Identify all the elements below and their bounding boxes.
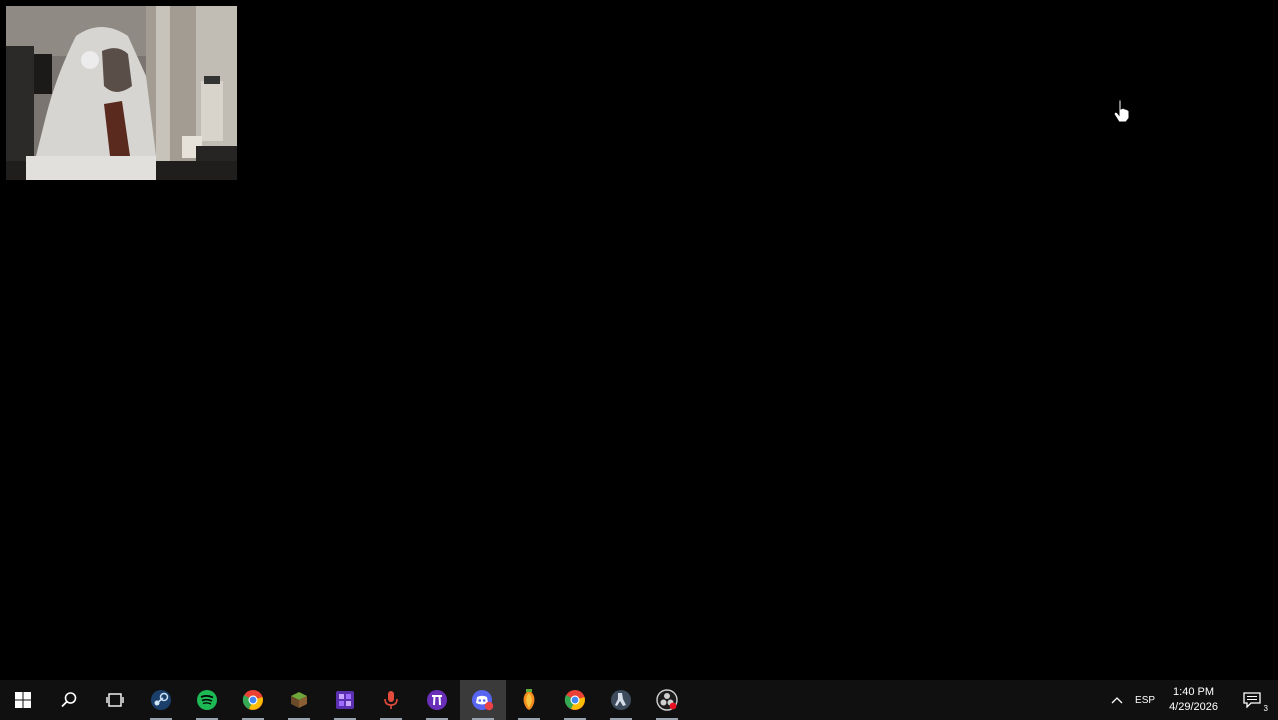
search-button[interactable]	[46, 680, 92, 720]
taskbar-app-pi[interactable]	[414, 680, 460, 720]
taskbar-app-microphone[interactable]	[368, 680, 414, 720]
taskbar-app-chrome[interactable]	[230, 680, 276, 720]
taskbar-app-discord[interactable]	[460, 680, 506, 720]
clock[interactable]: 1:40 PM 4/29/2026	[1161, 680, 1226, 720]
taskbar-app-minecraft[interactable]	[276, 680, 322, 720]
task-view-button[interactable]	[92, 680, 138, 720]
hand-cursor-icon	[1113, 99, 1131, 123]
start-button[interactable]	[0, 680, 46, 720]
taskbar-app-fl-studio[interactable]	[506, 680, 552, 720]
action-center-button[interactable]: 3	[1226, 680, 1278, 720]
chrome-icon	[564, 690, 585, 710]
chevron-up-icon	[1111, 697, 1123, 704]
windows-logo-icon	[15, 692, 31, 708]
system-tray: ESP 1:40 PM 4/29/2026 3	[1105, 680, 1278, 720]
microphone-icon	[384, 691, 398, 709]
spotify-icon	[197, 690, 217, 710]
webcam-overlay	[6, 6, 237, 180]
taskbar-app-counter-strike[interactable]	[598, 680, 644, 720]
roblox-studio-icon	[336, 691, 354, 709]
clock-date: 4/29/2026	[1169, 701, 1218, 713]
desktop[interactable]	[0, 0, 1278, 680]
chrome-icon	[242, 690, 263, 710]
taskbar-app-steam[interactable]	[138, 680, 184, 720]
notification-icon	[1243, 692, 1261, 708]
obs-icon	[656, 689, 678, 711]
taskbar-app-obs[interactable]	[644, 680, 690, 720]
show-hidden-icons-button[interactable]	[1105, 680, 1129, 720]
notification-count-badge: 3	[1263, 704, 1268, 713]
steam-icon	[151, 690, 171, 710]
clock-time: 1:40 PM	[1173, 686, 1215, 698]
taskbar-app-roblox-studio[interactable]	[322, 680, 368, 720]
fl-studio-icon	[523, 689, 535, 710]
discord-icon	[472, 690, 494, 711]
counter-strike-icon	[611, 690, 631, 710]
taskbar-app-spotify[interactable]	[184, 680, 230, 720]
minecraft-icon	[291, 692, 307, 708]
taskbar: ESP 1:40 PM 4/29/2026 3	[0, 680, 1278, 720]
search-icon	[61, 692, 77, 708]
task-view-icon	[106, 693, 124, 707]
taskbar-app-chrome-2[interactable]	[552, 680, 598, 720]
pi-app-icon	[427, 690, 447, 710]
screen: ESP 1:40 PM 4/29/2026 3	[0, 0, 1278, 720]
language-indicator[interactable]: ESP	[1129, 680, 1161, 720]
